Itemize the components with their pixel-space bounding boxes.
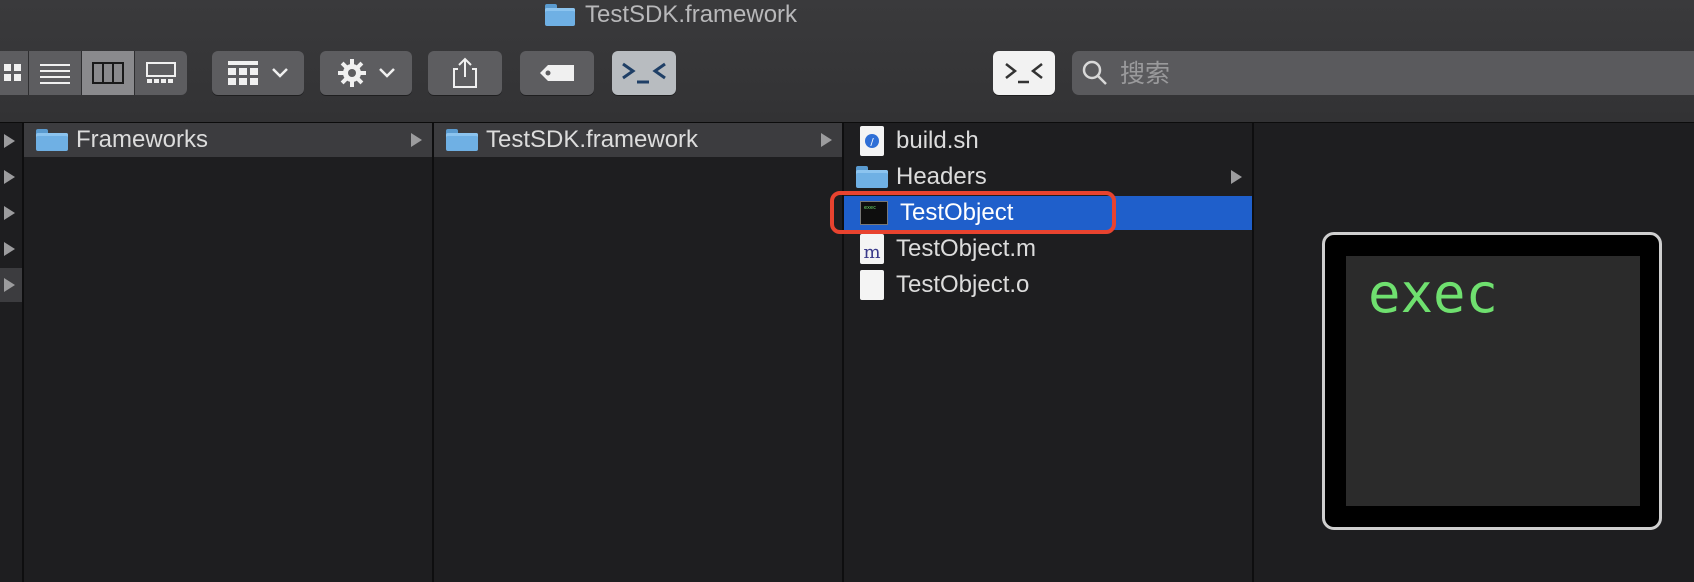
disclosure-arrow-icon [4,278,15,292]
list-item-build-sh[interactable]: / build.sh [844,124,1252,158]
item-label: TestSDK.framework [486,126,699,153]
list-item-headers[interactable]: Headers [844,160,1252,194]
column-parent-edge [0,123,24,582]
item-label: TestObject.o [896,271,1030,298]
share-icon [453,57,477,88]
exec-file-icon: exec [860,201,888,225]
preview-screen: exec [1346,256,1640,506]
search-input[interactable] [1118,57,1622,89]
list-item[interactable] [0,160,22,194]
item-label: TestObject.m [896,235,1037,262]
gallery-view-button[interactable] [135,51,187,95]
search-field[interactable] [1072,51,1694,95]
terminal-shortcut-button[interactable] [993,51,1055,95]
item-label: build.sh [896,127,979,154]
disclosure-arrow-icon [821,133,832,147]
group-by-button[interactable] [212,51,304,95]
list-item-testsdk-framework[interactable]: TestSDK.framework [434,123,842,157]
icon-view-button[interactable] [0,51,29,95]
folder-icon [36,129,68,151]
group-grid-icon [228,61,258,85]
list-view-button[interactable] [29,51,82,95]
folder-icon [545,4,575,26]
disclosure-arrow-icon [4,134,15,148]
list-item-testobject[interactable]: exec TestObject [844,196,1252,230]
search-icon [1082,60,1107,85]
window-title: TestSDK.framework [585,1,798,28]
script-file-icon: / [860,126,884,156]
toolbar: TestSDK.framework [0,0,1694,123]
view-mode-control [0,51,187,95]
column-1: Frameworks [24,123,434,582]
terminal-icon [622,62,666,84]
disclosure-arrow-icon [1231,170,1242,184]
list-item[interactable] [0,124,22,158]
terminal-button[interactable] [612,51,676,95]
chevron-down-icon [379,68,395,78]
column-3: / build.sh Headers exec TestObject m Tes… [844,123,1254,582]
disclosure-arrow-icon [4,170,15,184]
tag-icon [540,65,574,81]
gear-icon [338,59,366,87]
terminal-icon [1005,63,1043,84]
columns-icon [92,62,124,84]
item-label: TestObject [900,199,1014,226]
objc-file-icon: m [860,234,884,264]
action-menu-button[interactable] [320,51,412,95]
gallery-icon [146,62,176,83]
document-icon [860,270,884,300]
grid-icon [4,64,21,81]
tags-button[interactable] [520,51,594,95]
folder-icon [856,166,888,188]
item-label: Headers [896,163,987,190]
folder-icon [446,129,478,151]
column-2: TestSDK.framework [434,123,844,582]
list-item-testobject-o[interactable]: TestObject.o [844,268,1252,302]
list-item-testobject-m[interactable]: m TestObject.m [844,232,1252,266]
column-view-button[interactable] [82,51,135,95]
list-item[interactable] [0,268,22,302]
list-item[interactable] [0,232,22,266]
item-label: Frameworks [76,126,209,153]
list-icon [40,64,70,84]
list-item-frameworks[interactable]: Frameworks [24,123,432,157]
window-title-area: TestSDK.framework [545,0,797,30]
share-button[interactable] [428,51,502,95]
exec-preview-icon: exec [1322,232,1662,530]
chevron-down-icon [272,68,288,78]
list-item[interactable] [0,196,22,230]
disclosure-arrow-icon [4,242,15,256]
disclosure-arrow-icon [411,133,422,147]
preview-label: exec [1368,262,1499,325]
disclosure-arrow-icon [4,206,15,220]
